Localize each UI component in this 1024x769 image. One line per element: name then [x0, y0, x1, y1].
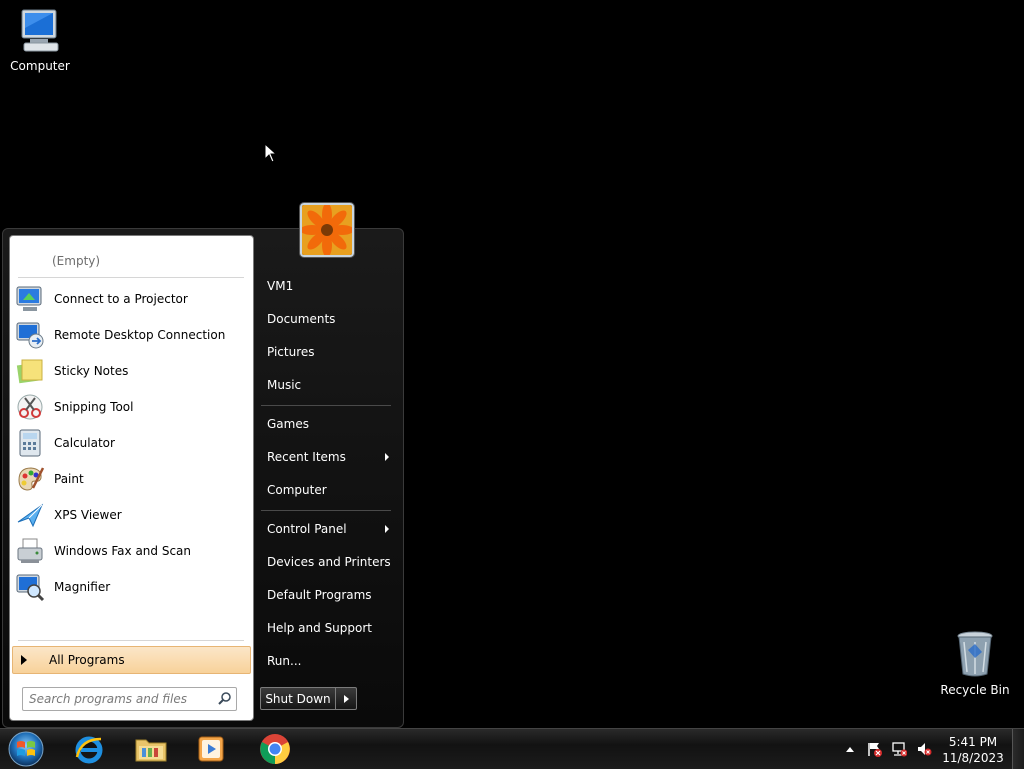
- divider: [261, 405, 391, 406]
- computer-icon: [21, 9, 59, 52]
- projector-icon: [14, 283, 46, 315]
- program-calculator[interactable]: Calculator: [14, 426, 250, 460]
- media-player-icon: [198, 736, 224, 762]
- program-label: XPS Viewer: [54, 508, 122, 522]
- flower-icon: [302, 205, 352, 255]
- right-item-label: Devices and Printers: [267, 555, 391, 569]
- right-item-computer[interactable]: Computer: [261, 477, 393, 503]
- mouse-cursor-icon: [264, 143, 278, 163]
- system-clock[interactable]: 5:41 PM 11/8/2023: [940, 734, 1006, 766]
- right-item-label: Default Programs: [267, 588, 372, 602]
- right-item-control-panel[interactable]: Control Panel: [261, 516, 393, 542]
- program-remote-desktop[interactable]: Remote Desktop Connection: [14, 318, 250, 352]
- show-hidden-icons-button[interactable]: [846, 746, 854, 752]
- program-label: Connect to a Projector: [54, 292, 188, 306]
- start-menu-programs-pane: (Empty) Connect to a Projector Remote De…: [9, 235, 254, 721]
- sticky-notes-icon: [14, 355, 46, 387]
- right-item-label: Help and Support: [267, 621, 372, 635]
- taskbar-internet-explorer[interactable]: [62, 731, 116, 767]
- divider: [261, 510, 391, 511]
- right-item-user-folder[interactable]: VM1: [261, 273, 393, 299]
- taskbar-windows-explorer[interactable]: [124, 731, 178, 767]
- right-item-label: Music: [267, 378, 302, 392]
- paint-palette-icon: [14, 463, 46, 495]
- desktop-icon-recycle-bin[interactable]: Recycle Bin: [935, 630, 1015, 697]
- start-button[interactable]: [6, 730, 46, 768]
- right-item-help-support[interactable]: Help and Support: [261, 615, 393, 641]
- desktop-icon-label: Computer: [10, 59, 70, 73]
- program-label: Sticky Notes: [54, 364, 129, 378]
- desktop-icon-computer[interactable]: Computer: [0, 8, 80, 73]
- program-label: Paint: [54, 472, 84, 486]
- user-account-picture[interactable]: [300, 203, 354, 257]
- calculator-icon: [14, 427, 46, 459]
- taskbar: 5:41 PM 11/8/2023: [0, 728, 1024, 769]
- program-snipping-tool[interactable]: Snipping Tool: [14, 390, 250, 424]
- right-item-label: Recent Items: [267, 450, 346, 464]
- show-desktop-button[interactable]: [1012, 729, 1024, 769]
- right-item-label: Documents: [267, 312, 336, 326]
- program-label: Remote Desktop Connection: [54, 328, 226, 342]
- program-label: Calculator: [54, 436, 115, 450]
- search-input[interactable]: [27, 690, 211, 708]
- program-label: Magnifier: [54, 580, 111, 594]
- search-icon[interactable]: [218, 691, 232, 705]
- taskbar-media-player[interactable]: [184, 731, 238, 767]
- shutdown-button[interactable]: Shut Down: [260, 687, 336, 710]
- recent-empty-label: (Empty): [52, 254, 101, 268]
- chevron-right-icon: [21, 655, 27, 665]
- all-programs-label: All Programs: [49, 653, 125, 667]
- submenu-arrow-icon: [385, 453, 389, 461]
- chevron-right-icon: [343, 694, 349, 703]
- right-item-label: VM1: [267, 279, 294, 293]
- right-item-games[interactable]: Games: [261, 411, 393, 437]
- network-icon[interactable]: [891, 741, 907, 757]
- internet-explorer-icon: [75, 736, 103, 764]
- program-magnifier[interactable]: Magnifier: [14, 570, 250, 604]
- right-item-run[interactable]: Run...: [261, 648, 393, 674]
- action-center-flag-icon[interactable]: [866, 741, 882, 757]
- submenu-arrow-icon: [385, 525, 389, 533]
- scissors-icon: [14, 391, 46, 423]
- chrome-icon: [260, 734, 290, 764]
- program-label: Windows Fax and Scan: [54, 544, 192, 558]
- remote-desktop-icon: [14, 319, 46, 351]
- program-windows-fax-scan[interactable]: Windows Fax and Scan: [14, 534, 250, 568]
- all-programs-button[interactable]: All Programs: [12, 646, 251, 674]
- right-item-pictures[interactable]: Pictures: [261, 339, 393, 365]
- shutdown-label: Shut Down: [265, 691, 331, 706]
- right-item-music[interactable]: Music: [261, 372, 393, 398]
- program-xps-viewer[interactable]: XPS Viewer: [14, 498, 250, 532]
- right-item-label: Games: [267, 417, 309, 431]
- search-box: [22, 687, 237, 711]
- shutdown-options-button[interactable]: [335, 687, 357, 710]
- clock-time: 5:41 PM: [948, 735, 998, 749]
- right-item-default-programs[interactable]: Default Programs: [261, 582, 393, 608]
- right-item-recent-items[interactable]: Recent Items: [261, 444, 393, 470]
- right-item-label: Pictures: [267, 345, 315, 359]
- magnifier-icon: [14, 571, 46, 603]
- start-menu: (Empty) Connect to a Projector Remote De…: [2, 203, 404, 728]
- divider: [18, 640, 244, 641]
- right-item-devices-printers[interactable]: Devices and Printers: [261, 549, 393, 575]
- fax-icon: [14, 535, 46, 567]
- right-item-label: Computer: [267, 483, 327, 497]
- program-connect-to-projector[interactable]: Connect to a Projector: [14, 282, 250, 316]
- taskbar-chrome[interactable]: [248, 731, 302, 767]
- right-item-documents[interactable]: Documents: [261, 306, 393, 332]
- clock-date: 11/8/2023: [942, 751, 1004, 765]
- right-item-label: Run...: [267, 654, 302, 668]
- volume-muted-icon[interactable]: [916, 741, 932, 757]
- right-item-label: Control Panel: [267, 522, 347, 536]
- windows-explorer-icon: [135, 739, 167, 762]
- recycle-bin-icon: [957, 631, 993, 677]
- program-label: Snipping Tool: [54, 400, 134, 414]
- desktop-icon-label: Recycle Bin: [940, 683, 1010, 697]
- program-sticky-notes[interactable]: Sticky Notes: [14, 354, 250, 388]
- divider: [18, 277, 244, 278]
- xps-viewer-icon: [14, 499, 46, 531]
- program-paint[interactable]: Paint: [14, 462, 250, 496]
